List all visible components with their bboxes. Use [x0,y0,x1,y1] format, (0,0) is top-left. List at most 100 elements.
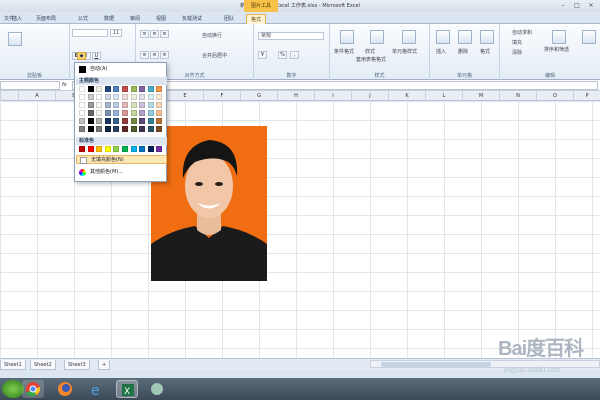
align-left-icon[interactable]: ≡ [140,51,149,59]
theme-color-swatch[interactable] [156,102,163,108]
currency-icon[interactable]: ¥ [258,51,267,59]
ie-icon[interactable]: e [86,380,108,399]
column-header[interactable]: H [277,91,314,101]
chrome-icon[interactable] [22,380,44,398]
theme-color-swatch[interactable] [156,110,163,116]
align-center-icon[interactable]: ≡ [150,51,159,59]
fx-icon[interactable]: fx [62,81,70,90]
standard-color-swatch[interactable] [96,146,103,152]
theme-color-swatch[interactable] [96,86,103,92]
theme-color-swatch[interactable] [139,110,146,116]
theme-color-swatch[interactable] [122,110,128,116]
tab-load-test[interactable]: 负载测试 [182,14,202,24]
theme-color-swatch[interactable] [96,102,103,108]
theme-color-swatch[interactable] [104,94,111,100]
column-header[interactable]: G [240,91,277,101]
column-header[interactable]: N [499,91,536,101]
theme-color-swatch[interactable] [147,118,154,124]
conditional-format-button[interactable]: 条件格式 [334,48,354,55]
column-header[interactable]: J [351,91,388,101]
theme-color-swatch[interactable] [113,110,120,116]
theme-color-swatch[interactable] [87,94,94,100]
tab-review[interactable]: 审阅 [130,14,140,24]
tab-format[interactable]: 格式 [246,14,267,24]
name-box[interactable] [0,81,60,90]
no-fill-option[interactable]: 无填充颜色(N) [76,155,167,164]
format-button[interactable]: 格式 [480,48,490,55]
tab-team[interactable]: 团队 [224,14,234,24]
theme-color-swatch[interactable] [104,102,111,108]
theme-color-swatch[interactable] [79,110,85,116]
theme-color-swatch[interactable] [156,86,163,92]
theme-color-swatch[interactable] [122,118,128,124]
select-all-corner[interactable] [0,91,18,101]
theme-color-swatch[interactable] [139,102,146,108]
cell-style-button[interactable]: 单元格样式 [392,48,417,55]
theme-color-swatch[interactable] [87,110,94,116]
fill-color-button[interactable]: ◆ [77,52,86,60]
column-header[interactable]: K [388,91,425,101]
standard-color-swatch[interactable] [139,146,146,152]
delete-cells-icon[interactable] [458,30,472,44]
theme-color-swatch[interactable] [139,118,146,124]
theme-color-swatch[interactable] [87,118,94,124]
minimize-button[interactable]: – [556,1,570,10]
standard-color-swatch[interactable] [156,146,163,152]
portrait-photo[interactable] [151,126,267,281]
theme-color-swatch[interactable] [104,126,111,132]
theme-color-swatch[interactable] [87,126,94,132]
align-middle-icon[interactable]: ≡ [150,30,159,38]
theme-color-swatch[interactable] [139,126,146,132]
theme-color-swatch[interactable] [147,126,154,132]
standard-color-swatch[interactable] [113,146,120,152]
percent-button[interactable]: % [278,51,287,59]
autosum-button[interactable]: 自动求和 [512,29,532,36]
theme-color-swatch[interactable] [130,110,137,116]
theme-color-swatch[interactable] [104,118,111,124]
tab-page-layout[interactable]: 页面布局 [36,14,56,24]
style-label[interactable]: 样式 [365,48,375,55]
theme-color-swatch[interactable] [147,110,154,116]
theme-color-swatch[interactable] [147,102,154,108]
theme-color-swatch[interactable] [156,94,163,100]
tab-insert[interactable]: 插入 [12,14,22,24]
number-format-field[interactable]: 常规 [258,32,324,40]
table-format-icon[interactable] [370,30,384,44]
underline-button[interactable]: U [92,52,101,60]
tab-data[interactable]: 数据 [104,14,114,24]
theme-color-swatch[interactable] [113,118,120,124]
sheet-tab-2[interactable]: Sheet2 [30,360,56,370]
format-cells-icon[interactable] [480,30,494,44]
theme-color-swatch[interactable] [96,110,103,116]
font-name-field[interactable] [72,29,108,37]
cell-style-icon[interactable] [402,30,416,44]
column-header[interactable]: M [462,91,499,101]
theme-color-swatch[interactable] [130,86,137,92]
merge-center-button[interactable]: 合并后居中 [202,52,227,59]
table-format-button[interactable]: 套用表格格式 [356,56,386,63]
column-header[interactable]: I [314,91,351,101]
theme-color-swatch[interactable] [156,118,163,124]
theme-color-swatch[interactable] [79,102,85,108]
firefox-icon[interactable] [54,380,76,398]
standard-color-swatch[interactable] [87,146,94,152]
find-select-icon[interactable] [582,30,596,44]
theme-color-swatch[interactable] [96,126,103,132]
theme-color-swatch[interactable] [122,102,128,108]
theme-color-swatch[interactable] [96,94,103,100]
theme-color-swatch[interactable] [104,86,111,92]
theme-color-swatch[interactable] [156,126,163,132]
column-header[interactable]: P [573,91,600,101]
theme-color-swatch[interactable] [79,94,85,100]
theme-color-swatch[interactable] [113,126,120,132]
theme-color-swatch[interactable] [96,118,103,124]
maximize-button[interactable]: □ [570,1,584,10]
theme-color-swatch[interactable] [130,118,137,124]
insert-button[interactable]: 插入 [436,48,446,55]
standard-color-swatch[interactable] [147,146,154,152]
theme-color-swatch[interactable] [139,86,146,92]
insert-cells-icon[interactable] [436,30,450,44]
theme-color-swatch[interactable] [147,86,154,92]
clear-button[interactable]: 清除 [512,49,522,56]
comma-button[interactable]: , [290,51,299,59]
